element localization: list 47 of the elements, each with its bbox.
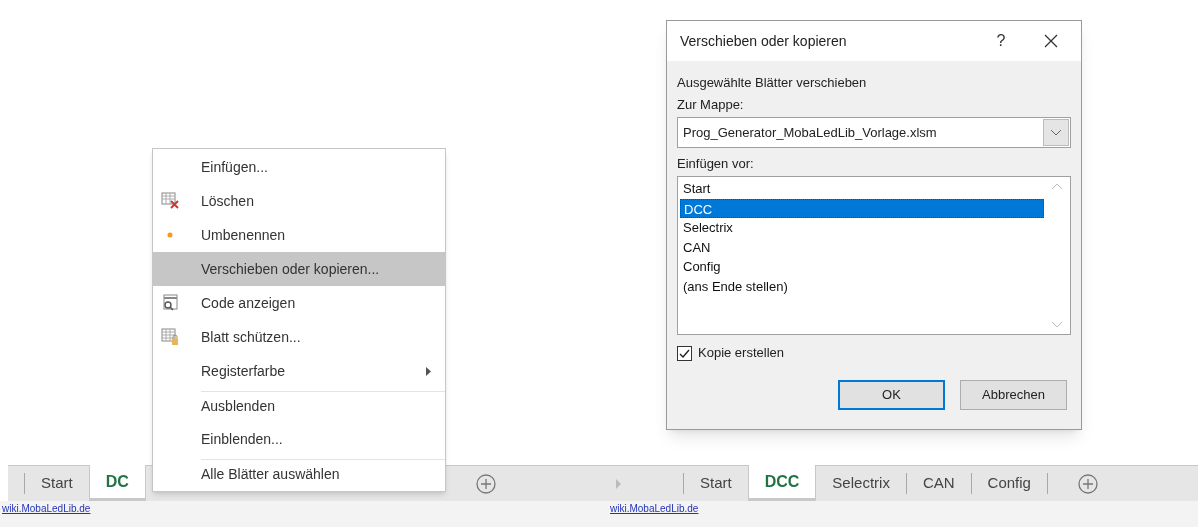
- checkbox-label: Kopie erstellen: [698, 344, 784, 363]
- website-link[interactable]: wiki.MobaLedLib.de: [2, 501, 91, 516]
- list-item[interactable]: Config: [680, 257, 1044, 277]
- add-sheet-icon: [1077, 473, 1098, 494]
- add-sheet-icon: [475, 473, 496, 494]
- help-button[interactable]: ?: [981, 29, 1021, 53]
- menu-item[interactable]: Löschen: [153, 184, 445, 218]
- scroll-right-icon: [614, 477, 623, 490]
- sheet-tab[interactable]: Selectrix: [816, 466, 906, 501]
- sheet-tab[interactable]: Start: [25, 466, 89, 501]
- menu-item[interactable]: Code anzeigen: [153, 286, 445, 320]
- code-view-icon: [161, 294, 179, 312]
- list-item[interactable]: CAN: [680, 237, 1044, 257]
- checkbox[interactable]: [677, 345, 692, 361]
- submenu-arrow-icon: [426, 366, 431, 376]
- delete-sheet-icon: [161, 192, 179, 210]
- menu-item[interactable]: Einblenden...: [153, 422, 445, 456]
- field-label: Einfügen vor:: [677, 155, 755, 173]
- checkmark-icon: [679, 348, 690, 358]
- cancel-button[interactable]: Abbrechen: [960, 380, 1067, 410]
- list-item[interactable]: (ans Ende stellen): [680, 276, 1044, 296]
- menu-item[interactable]: Einfügen...: [153, 150, 445, 184]
- sheet-tab[interactable]: Config: [971, 466, 1047, 501]
- field-label: Zur Mappe:: [677, 96, 745, 114]
- menu-item[interactable]: Blatt schützen...: [153, 320, 445, 354]
- menu-item[interactable]: Umbenennen: [153, 218, 445, 252]
- sheet-tab[interactable]: DCC: [747, 465, 817, 501]
- scroll-up-icon: [1051, 183, 1063, 190]
- dialog-heading: Ausgewählte Blätter verschieben: [677, 74, 868, 92]
- list-item[interactable]: Start: [680, 179, 1044, 199]
- scroll-down-icon: [1051, 321, 1063, 328]
- workbook-dropdown[interactable]: Prog_Generator_MobaLedLib_Vorlage.xlsm: [677, 117, 1071, 148]
- dialog-title: Verschieben oder kopieren: [680, 31, 848, 51]
- sheet-tab[interactable]: CAN: [906, 466, 971, 501]
- list-item[interactable]: DCC: [680, 198, 1044, 218]
- ok-button[interactable]: OK: [838, 380, 945, 410]
- sheet-tab[interactable]: DC: [88, 465, 146, 501]
- menu-item[interactable]: Registerfarbe: [153, 354, 445, 388]
- menu-item[interactable]: Ausblenden: [153, 388, 445, 422]
- menu-item[interactable]: Verschieben oder kopieren...: [153, 252, 445, 286]
- chevron-down-icon: [1050, 129, 1062, 136]
- sheet-lock-icon: [161, 328, 179, 346]
- menu-item[interactable]: Alle Blätter auswählen: [153, 456, 445, 490]
- sheet-tab[interactable]: Start: [684, 466, 748, 501]
- website-link[interactable]: wiki.MobaLedLib.de: [610, 501, 699, 516]
- list-item[interactable]: Selectrix: [680, 218, 1044, 238]
- close-icon: [1044, 34, 1058, 48]
